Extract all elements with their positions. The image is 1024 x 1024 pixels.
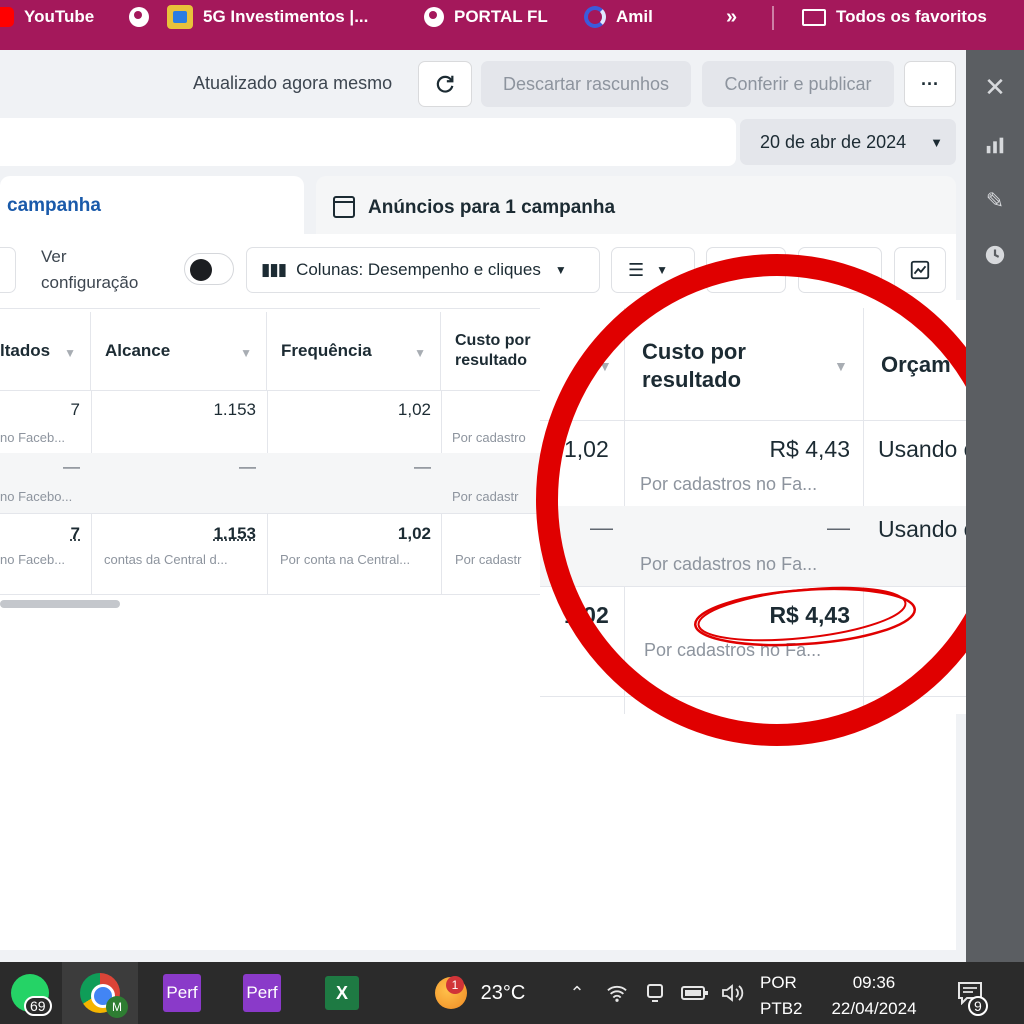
bar-chart-icon[interactable] bbox=[966, 134, 1024, 162]
annotation-overlay bbox=[536, 254, 1018, 746]
perf-app-icon: Perf bbox=[243, 974, 281, 1012]
highlight-circle bbox=[536, 254, 1018, 746]
excel-icon: X bbox=[325, 976, 359, 1010]
perf-app-button[interactable]: Perf bbox=[144, 962, 220, 1024]
perf-app-icon: Perf bbox=[163, 974, 201, 1012]
meet-icon[interactable] bbox=[640, 962, 670, 1024]
temperature-label: 23°C bbox=[480, 981, 526, 1004]
weather-widget[interactable]: 1 23°C bbox=[420, 962, 540, 1024]
clock[interactable]: 09:36 22/04/2024 bbox=[818, 970, 930, 1022]
wifi-icon[interactable] bbox=[602, 962, 632, 1024]
notification-badge: 69 bbox=[24, 996, 52, 1016]
notifications-button[interactable]: 9 bbox=[950, 962, 990, 1024]
language-indicator[interactable]: POR PTB2 bbox=[760, 970, 810, 1022]
pencil-icon[interactable]: ✎ bbox=[966, 188, 1024, 214]
highlight-underline bbox=[694, 587, 916, 647]
chevron-up-icon[interactable]: ⌃ bbox=[562, 962, 592, 1024]
excel-taskbar-button[interactable]: X bbox=[304, 962, 380, 1024]
time-label: 09:36 bbox=[852, 973, 896, 992]
volume-icon[interactable] bbox=[718, 962, 748, 1024]
chrome-taskbar-button[interactable]: M bbox=[62, 962, 138, 1024]
highlight-underline bbox=[697, 586, 907, 642]
perf-app-button-2[interactable]: Perf bbox=[224, 962, 300, 1024]
language-code: POR bbox=[760, 973, 797, 992]
notification-badge: 9 bbox=[968, 996, 988, 1016]
right-sidebar: ✕ ✎ bbox=[966, 50, 1024, 962]
weather-badge: 1 bbox=[446, 976, 464, 994]
chrome-profile-badge: M bbox=[106, 996, 128, 1018]
close-icon[interactable]: ✕ bbox=[966, 72, 1024, 103]
taskbar: 69 M Perf Perf X 1 23°C ⌃ POR PTB2 09:36… bbox=[0, 962, 1024, 1024]
date-label: 22/04/2024 bbox=[831, 999, 917, 1018]
battery-icon[interactable] bbox=[678, 962, 712, 1024]
clock-icon[interactable] bbox=[966, 244, 1024, 272]
keyboard-layout: PTB2 bbox=[760, 999, 803, 1018]
whatsapp-taskbar-button[interactable]: 69 bbox=[0, 962, 60, 1024]
